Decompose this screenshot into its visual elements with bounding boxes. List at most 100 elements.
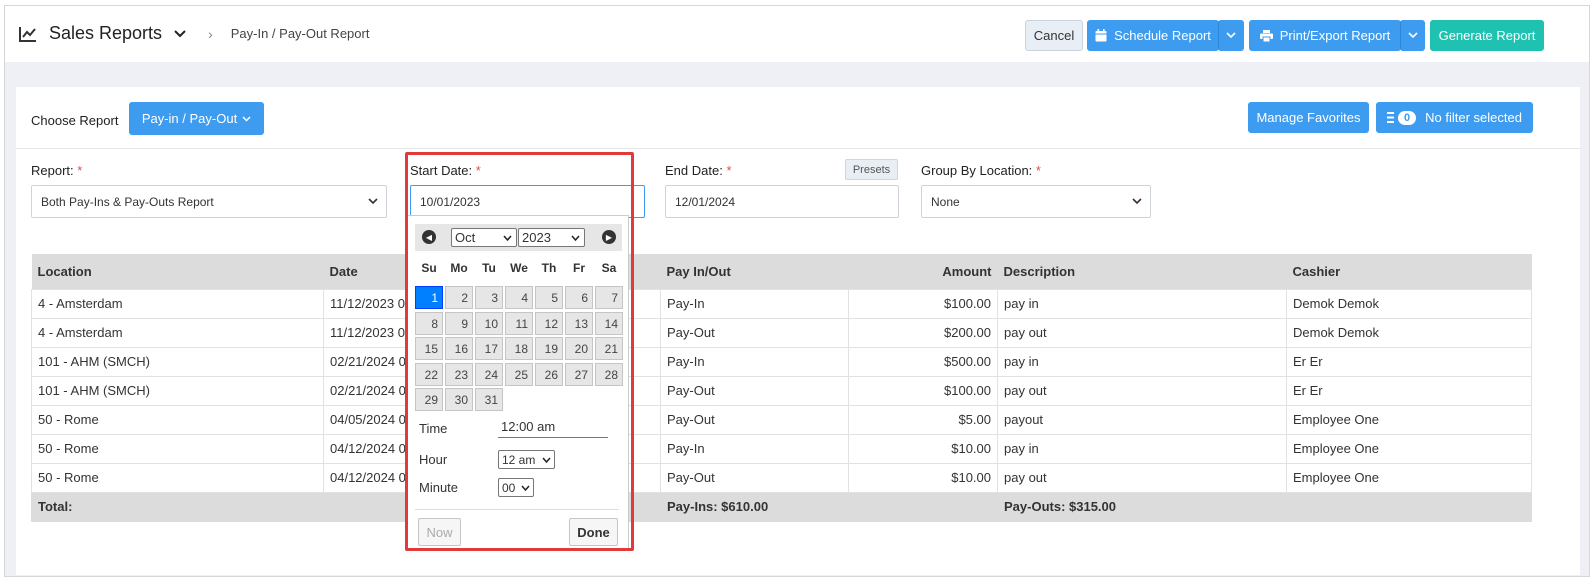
cell-payinout: Pay-In — [660, 433, 849, 464]
datepicker-footer-divider — [415, 509, 619, 510]
calendar-day[interactable]: 5 — [535, 286, 563, 309]
calendar-day[interactable]: 27 — [565, 362, 593, 386]
calendar-day[interactable]: 22 — [415, 362, 443, 386]
report-selector-label: Pay-in / Pay-Out — [141, 111, 238, 126]
calendar-day[interactable]: 1 — [415, 286, 443, 309]
top-bar: Sales Reports › Pay-In / Pay-Out Report … — [5, 6, 1589, 62]
table-row: 101 - AHM (SMCH) 02/21/2024 0 Pay-In $500.0… — [31, 346, 1532, 377]
print-dropdown-toggle[interactable] — [1400, 20, 1425, 51]
calendar-day[interactable]: 24 — [475, 362, 503, 386]
done-button[interactable]: Done — [569, 518, 618, 546]
cell-amount: $100.00 — [848, 375, 998, 406]
title-area: Sales Reports › Pay-In / Pay-Out Report — [19, 23, 369, 44]
calendar-day[interactable]: 31 — [475, 388, 503, 412]
weekday-header: Mo — [450, 261, 468, 275]
schedule-report-button[interactable]: Schedule Report — [1087, 20, 1219, 51]
calendar-day[interactable]: 14 — [595, 311, 623, 335]
month-value: Oct — [455, 230, 476, 245]
generate-report-button[interactable]: Generate Report — [1430, 20, 1544, 51]
month-select[interactable]: Oct — [451, 228, 517, 247]
calendar-day[interactable]: 10 — [475, 311, 503, 335]
calendar-day[interactable]: 29 — [415, 388, 443, 412]
table-row: 50 - Rome 04/05/2024 0 Pay-Out $5.00 payout E… — [31, 404, 1532, 435]
start-date-input[interactable]: 10/01/2023 — [410, 185, 645, 218]
print-export-button[interactable]: Print/Export Report — [1249, 20, 1401, 51]
hour-select[interactable]: 12 am — [498, 450, 555, 469]
cell-description: pay out — [997, 462, 1287, 493]
minute-label: Minute — [419, 480, 459, 495]
calendar-day[interactable]: 6 — [565, 286, 593, 309]
now-button[interactable]: Now — [418, 518, 461, 546]
report-type-value: Both Pay-Ins & Pay-Outs Report — [41, 194, 214, 209]
calendar-day[interactable]: 13 — [565, 311, 593, 335]
cell-location: 101 - AHM (SMCH) — [31, 375, 324, 406]
print-export-label: Print/Export Report — [1279, 28, 1391, 43]
cell-cashier: Employee One — [1286, 462, 1532, 493]
chevron-down-icon — [1407, 32, 1418, 39]
presets-button[interactable]: Presets — [845, 159, 898, 180]
schedule-dropdown-toggle[interactable] — [1218, 20, 1244, 51]
group-by-select[interactable]: None — [921, 185, 1151, 218]
cell-location: 50 - Rome — [31, 433, 324, 464]
calendar-day[interactable]: 26 — [535, 362, 563, 386]
weekday-header: Sa — [601, 261, 617, 275]
calendar-day[interactable]: 16 — [445, 337, 473, 361]
calendar-day[interactable]: 30 — [445, 388, 473, 412]
chevron-right-icon: › — [208, 25, 213, 42]
weekday-header: Fr — [573, 261, 585, 275]
cell-amount: $10.00 — [848, 462, 998, 493]
cell-amount: $200.00 — [848, 317, 998, 348]
calendar-day[interactable]: 28 — [595, 362, 623, 386]
cancel-button[interactable]: Cancel — [1025, 20, 1083, 51]
table-row: 4 - Amsterdam 11/12/2023 0 Pay-In $100.00 pa… — [31, 288, 1532, 319]
cell-description: pay out — [997, 317, 1287, 348]
calendar-day[interactable]: 18 — [505, 337, 533, 361]
calendar-day[interactable]: 4 — [505, 286, 533, 309]
calendar-day[interactable]: 21 — [595, 337, 623, 361]
calendar-day[interactable]: 15 — [415, 337, 443, 361]
weekday-header: Tu — [482, 261, 496, 275]
total-payins: Pay-Ins: $610.00 — [660, 491, 849, 522]
table-row: 4 - Amsterdam 11/12/2023 0 Pay-Out $200.00 p… — [31, 317, 1532, 348]
calendar-day[interactable]: 23 — [445, 362, 473, 386]
cell-location: 4 - Amsterdam — [31, 288, 324, 319]
calendar-day[interactable]: 17 — [475, 337, 503, 361]
total-payouts: Pay-Outs: $315.00 — [997, 491, 1287, 522]
calendar-day[interactable]: 19 — [535, 337, 563, 361]
calendar-day[interactable]: 3 — [475, 286, 503, 309]
calendar-day[interactable]: 7 — [595, 286, 623, 309]
end-date-label: End Date: * — [665, 163, 732, 178]
calendar-day[interactable]: 9 — [445, 311, 473, 335]
chevron-down-icon[interactable] — [174, 29, 186, 39]
calendar-day[interactable]: 12 — [535, 311, 563, 335]
report-selector-button[interactable]: Pay-in / Pay-Out — [129, 102, 264, 135]
total-label: Total: — [31, 491, 324, 522]
calendar-day[interactable]: 2 — [445, 286, 473, 309]
calendar-day[interactable]: 11 — [505, 311, 533, 335]
cell-cashier: Er Er — [1286, 375, 1532, 406]
chevron-down-icon — [1132, 198, 1142, 205]
cell-amount: $10.00 — [848, 433, 998, 464]
calendar-icon — [1095, 29, 1107, 42]
breadcrumb: Pay-In / Pay-Out Report — [230, 26, 370, 41]
cell-location: 4 - Amsterdam — [31, 317, 324, 348]
table-row: 101 - AHM (SMCH) 02/21/2024 0 Pay-Out $100.… — [31, 375, 1532, 406]
hour-value: 12 am — [502, 452, 536, 467]
table-row: 50 - Rome 04/12/2024 0 Pay-In $10.00 pay in E… — [31, 433, 1532, 464]
calendar-day[interactable]: 8 — [415, 311, 443, 335]
prev-month-icon[interactable]: ◀ — [422, 230, 436, 244]
report-panel: Choose Report Pay-in / Pay-Out Manage Fa… — [16, 87, 1580, 575]
calendar-day[interactable]: 20 — [565, 337, 593, 361]
next-month-icon[interactable]: ▶ — [602, 230, 616, 244]
minute-select[interactable]: 00 — [498, 478, 534, 497]
chevron-down-icon — [242, 115, 251, 122]
calendar-day[interactable]: 25 — [505, 362, 533, 386]
report-type-select[interactable]: Both Pay-Ins & Pay-Outs Report — [31, 185, 387, 218]
cell-description: payout — [997, 404, 1287, 435]
year-select[interactable]: 2023 — [518, 228, 585, 247]
end-date-input[interactable]: 12/01/2024 — [665, 185, 899, 218]
cell-payinout: Pay-Out — [660, 404, 849, 435]
page-title: Sales Reports — [49, 23, 163, 43]
filter-button[interactable]: 0 No filter selected — [1376, 102, 1533, 133]
manage-favorites-button[interactable]: Manage Favorites — [1248, 102, 1369, 133]
